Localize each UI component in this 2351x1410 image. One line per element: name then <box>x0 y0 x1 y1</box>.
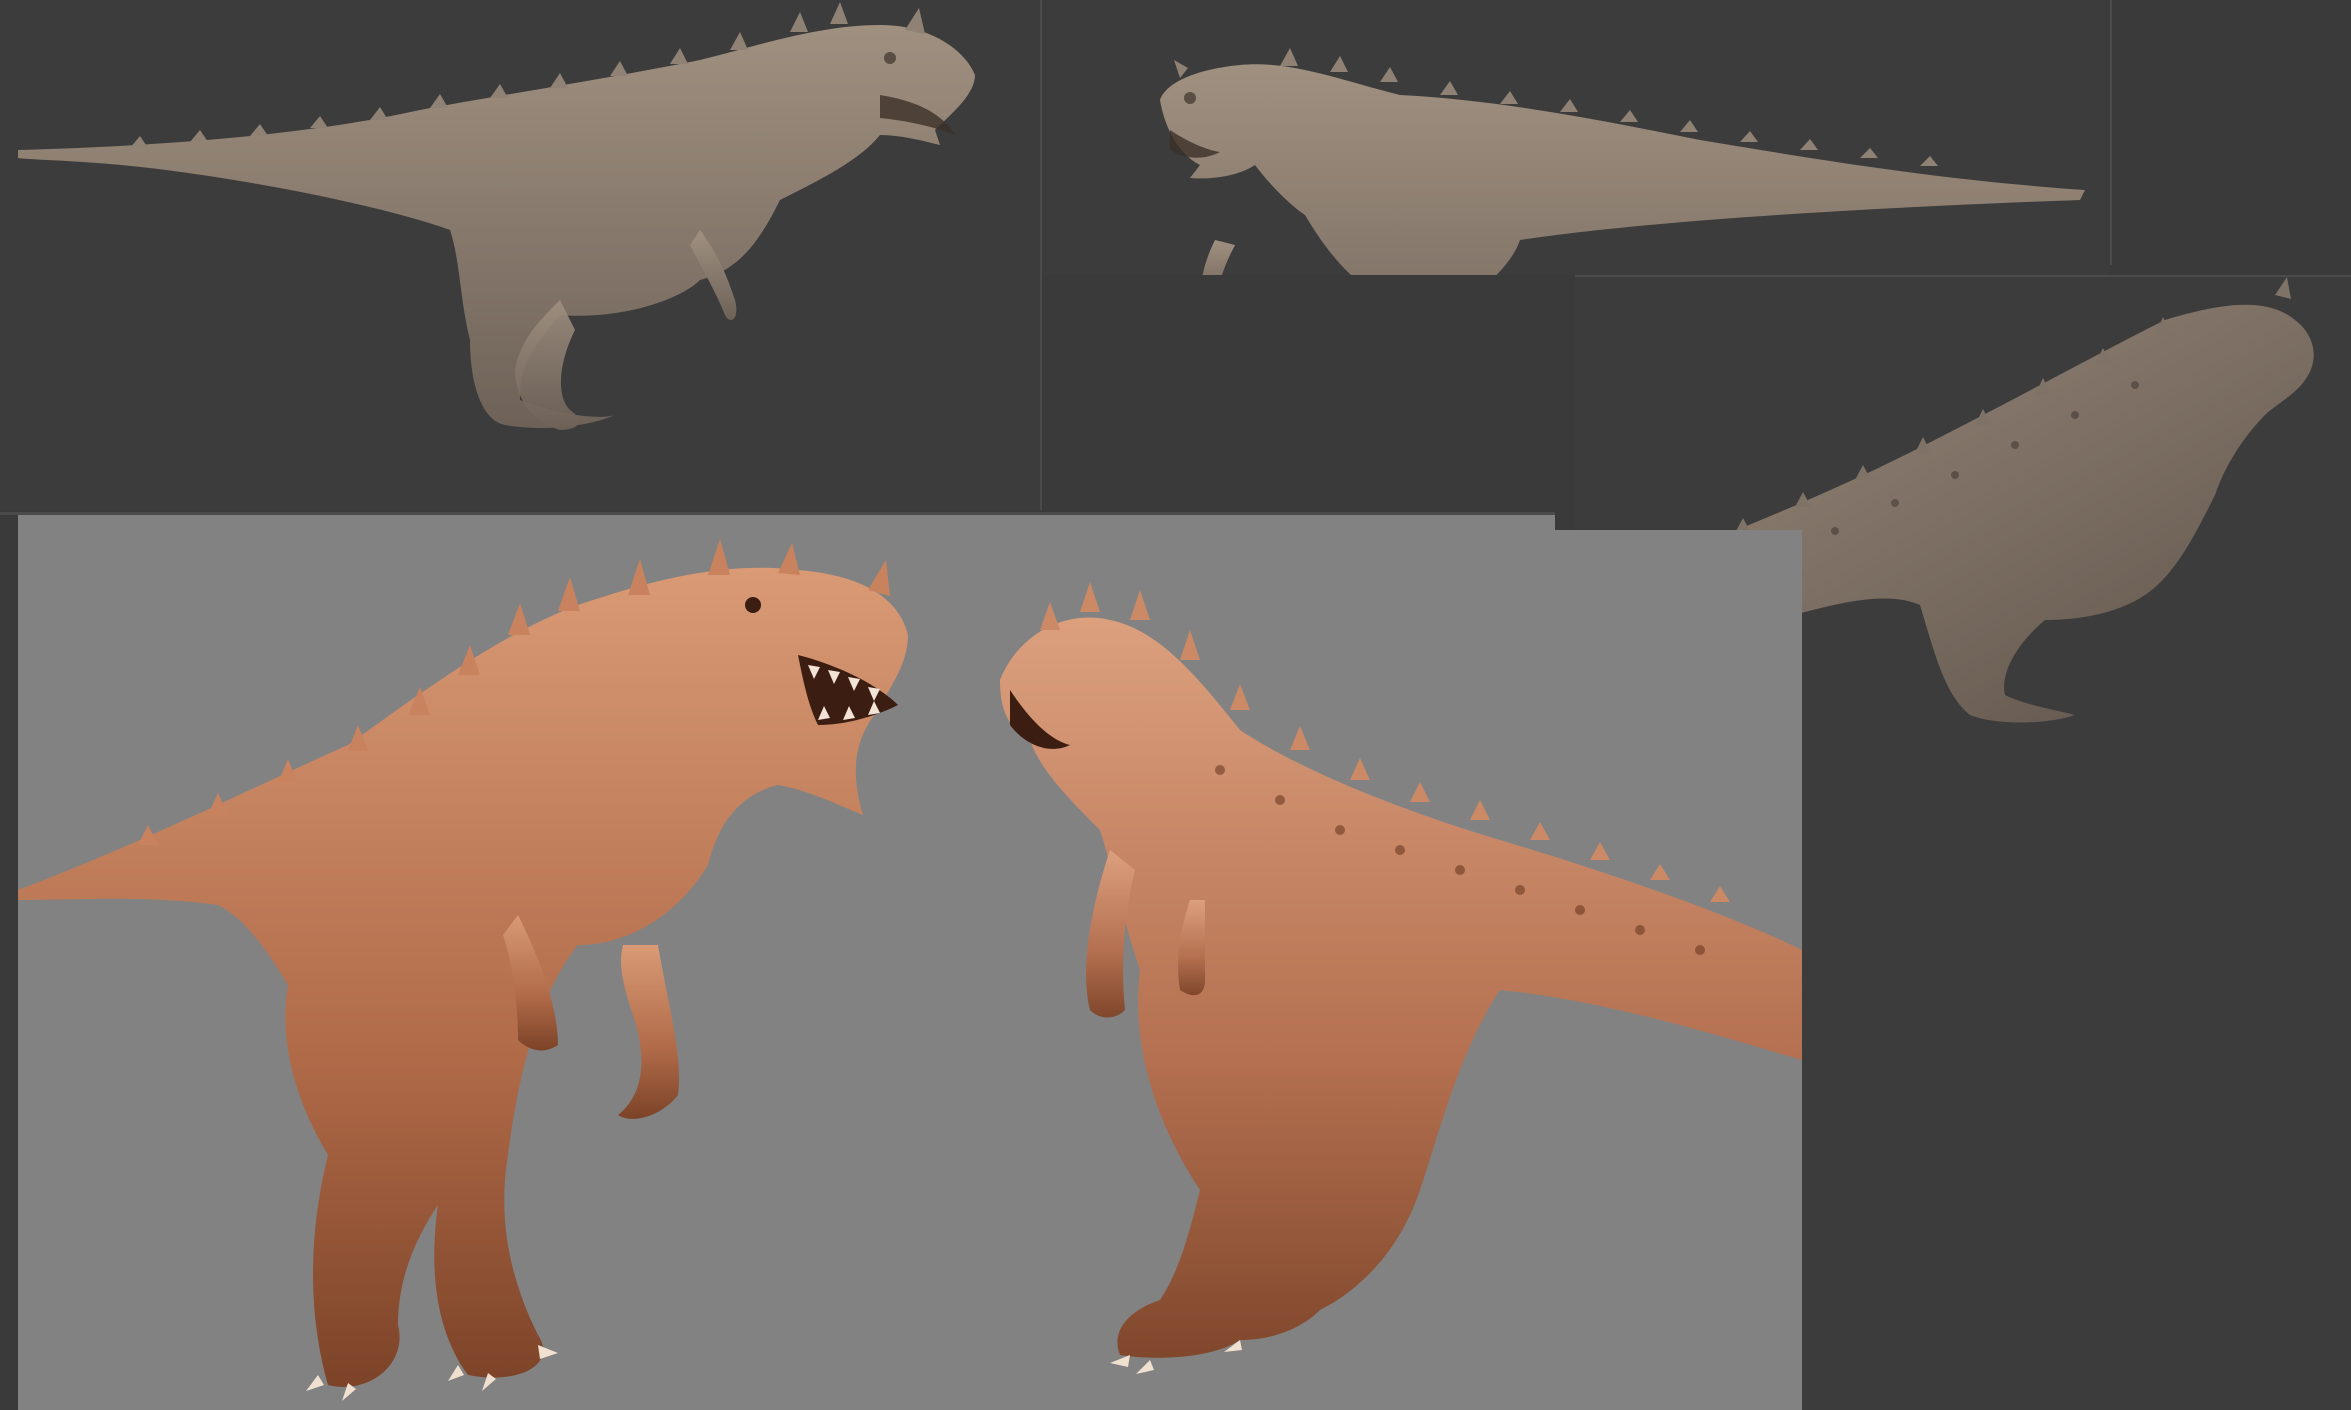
eye <box>745 597 761 613</box>
dinosaur-sculpt-side-right <box>18 2 975 430</box>
viewport-divider <box>2110 0 2112 265</box>
viewport-top-center <box>1040 0 2110 275</box>
viewport-divider <box>1575 275 2351 277</box>
viewport-bottom-center <box>980 530 1802 1410</box>
viewport-divider <box>0 512 1555 515</box>
viewport-divider <box>1040 0 1042 510</box>
dinosaur-sculpt-copper-back <box>1000 582 1802 1374</box>
dinosaur-sculpt-side-left <box>1160 48 2085 275</box>
viewport-top-left <box>0 0 1040 510</box>
